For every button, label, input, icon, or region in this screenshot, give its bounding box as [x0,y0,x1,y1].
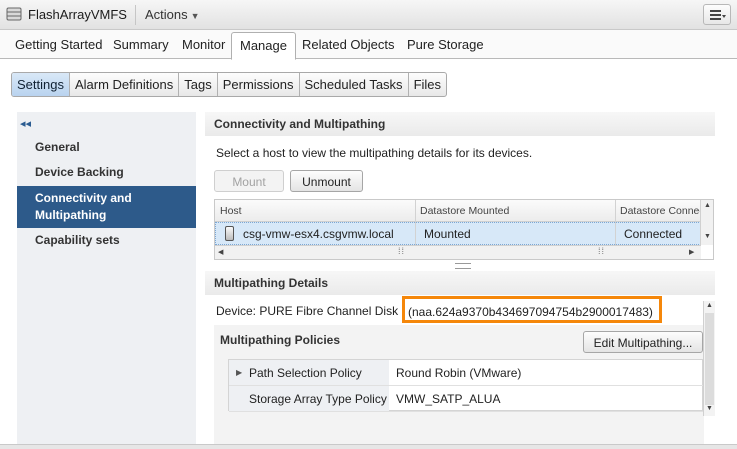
sidebar-item-capability-sets[interactable]: Capability sets [17,233,196,247]
settings-sidebar: ◂◂ General Device Backing Connectivity a… [17,112,196,444]
host-cell: csg-vmw-esx4.csgvmw.local [243,227,394,241]
section-heading-multipathing-details: Multipathing Details [205,271,715,295]
device-label: Device: PURE Fibre Channel Disk [216,304,399,318]
object-title-bar: FlashArrayVMFS Actions ▼ [0,0,737,30]
storage-array-type-policy-label: Storage Array Type Policy [249,392,387,406]
sidebar-item-connectivity[interactable]: Connectivity and Multipathing [17,186,196,228]
column-header-datastore-mounted[interactable]: Datastore Mounted [420,205,509,217]
mount-button[interactable]: Mount [214,170,284,192]
subtab-tags[interactable]: Tags [179,73,218,96]
path-selection-policy-value: Round Robin (VMware) [396,366,522,380]
main-tab-bar: Getting Started Summary Monitor Manage R… [0,30,737,60]
tab-monitor[interactable]: Monitor [182,37,225,52]
sidebar-item-device-backing[interactable]: Device Backing [17,165,196,179]
host-icon [225,226,234,241]
storage-array-type-policy-value: VMW_SATP_ALUA [396,392,501,406]
bottom-border [0,444,737,449]
subtab-alarm-definitions[interactable]: Alarm Definitions [70,73,180,96]
tab-summary[interactable]: Summary [113,37,169,52]
policies-table: ▶ Path Selection Policy Round Robin (VMw… [228,359,704,412]
unmount-button[interactable]: Unmount [290,170,363,192]
datastore-icon [6,7,22,21]
connectivity-panel: Connectivity and Multipathing Select a h… [205,112,717,444]
scroll-down-icon[interactable]: ▼ [704,233,711,240]
tab-related-objects[interactable]: Related Objects [302,37,395,52]
table-row[interactable]: Storage Array Type Policy VMW_SATP_ALUA [229,386,704,412]
column-divider[interactable] [615,200,616,245]
instruction-text: Select a host to view the multipathing d… [216,146,533,160]
column-divider[interactable] [415,200,416,245]
grid-header: Host Datastore Mounted Datastore Connec [215,200,701,222]
connected-cell: Connected [624,227,683,241]
scrollbar-thumb[interactable] [705,313,714,405]
scroll-left-icon[interactable]: ◀ [218,248,223,256]
table-row[interactable]: csg-vmw-esx4.csgvmw.local Mounted Connec… [215,222,701,245]
subtab-scheduled-tasks[interactable]: Scheduled Tasks [300,73,409,96]
tab-pure-storage[interactable]: Pure Storage [407,37,484,52]
expand-triangle-icon[interactable]: ▶ [236,368,242,377]
subtab-settings[interactable]: Settings [12,73,70,96]
actions-label: Actions [145,7,188,22]
path-selection-policy-label: Path Selection Policy [249,366,362,380]
title-divider [135,5,136,25]
pane-splitter-handle[interactable] [455,263,471,269]
device-id-highlight: (naa.624a9370b434697094754b2900017483) [402,296,662,323]
subtab-files[interactable]: Files [409,73,446,96]
scroll-up-icon[interactable]: ▲ [704,202,711,209]
subtab-permissions[interactable]: Permissions [218,73,300,96]
sub-tab-bar: Settings Alarm Definitions Tags Permissi… [11,72,448,97]
menu-button[interactable] [703,4,731,25]
tab-getting-started[interactable]: Getting Started [15,37,102,52]
column-grip-icon: ⁞⁞ [398,246,406,256]
column-grip-icon: ⁞⁞ [598,246,606,256]
scroll-right-icon[interactable]: ▶ [689,248,694,256]
column-header-datastore-connected[interactable]: Datastore Connec [620,205,700,217]
sidebar-item-general[interactable]: General [17,140,196,154]
details-vertical-scrollbar[interactable]: ▲ ▼ [703,301,715,416]
policy-key: Storage Array Type Policy [229,386,389,411]
policies-heading: Multipathing Policies [220,333,341,347]
scroll-up-icon[interactable]: ▲ [706,302,713,309]
hosts-grid: Host Datastore Mounted Datastore Connec … [214,199,714,260]
table-row[interactable]: ▶ Path Selection Policy Round Robin (VMw… [229,360,704,386]
actions-menu[interactable]: Actions ▼ [145,7,200,22]
collapse-sidebar-icon[interactable]: ◂◂ [20,117,31,130]
tab-manage[interactable]: Manage [231,32,296,60]
scroll-down-icon[interactable]: ▼ [706,405,713,412]
section-heading-connectivity: Connectivity and Multipathing [205,112,715,136]
grid-vertical-scrollbar[interactable]: ▲ ▼ [700,200,713,245]
chevron-down-icon: ▼ [190,11,200,21]
grid-horizontal-scrollbar[interactable]: ◀ ⁞⁞ ⁞⁞ ▶ [215,245,701,259]
menu-icon [710,10,726,20]
mounted-cell: Mounted [424,227,471,241]
policy-key: ▶ Path Selection Policy [229,360,389,385]
object-title: FlashArrayVMFS [28,7,127,22]
edit-multipathing-button[interactable]: Edit Multipathing... [583,331,703,353]
column-header-host[interactable]: Host [220,205,242,217]
